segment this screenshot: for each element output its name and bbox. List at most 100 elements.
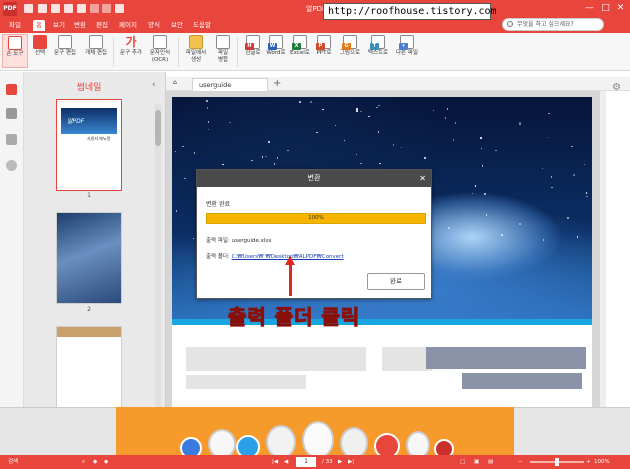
diamond-icon[interactable]: ◆ <box>93 455 97 469</box>
add-text-label: 문구 추가 <box>120 50 142 56</box>
left-icon-rail <box>0 72 24 407</box>
thumbnail-page-1[interactable]: 알PDF 사용자 매뉴얼 <box>56 99 122 191</box>
menu-help[interactable]: 도움말 <box>190 20 214 31</box>
convert-to-ppt-button[interactable]: P PPT로 <box>311 34 337 68</box>
diamond-icon[interactable]: ◆ <box>104 455 108 469</box>
menu-file[interactable]: 파일 <box>6 20 24 31</box>
app-logo-icon: PDF <box>3 2 17 16</box>
menu-security[interactable]: 보안 <box>168 20 186 31</box>
cover-star <box>432 109 435 112</box>
save-as-icon[interactable] <box>51 4 60 13</box>
edit-object-button[interactable]: 개체 편집 <box>83 34 109 68</box>
create-from-file-button[interactable]: 파일에서 생성 <box>183 34 209 68</box>
ad-banner[interactable] <box>116 407 514 455</box>
cover-star <box>368 115 370 118</box>
last-page-button[interactable]: ▶| <box>348 455 354 469</box>
convert-to-word-label: Word로 <box>266 50 286 56</box>
select-label: 선택 <box>34 50 46 56</box>
convert-to-excel-button[interactable]: X Excel로 <box>287 34 313 68</box>
cover-star <box>251 159 253 162</box>
help-search-placeholder: 무엇을 하고 싶으세요? <box>517 21 574 28</box>
next-page-button[interactable]: ▶ <box>338 455 342 469</box>
convert-to-ppt-label: PPT로 <box>316 50 332 56</box>
cover-star <box>360 110 362 113</box>
zoom-slider-knob[interactable] <box>555 458 559 466</box>
cover-star <box>474 185 477 187</box>
blurred-text-block <box>186 347 366 371</box>
redo-icon[interactable] <box>102 4 111 13</box>
print-icon[interactable] <box>64 4 73 13</box>
minimize-button[interactable]: — <box>584 3 595 14</box>
menu-home[interactable]: 홈 <box>33 20 45 31</box>
title-bar: PDF 알PDF — □ ✕ <box>0 0 630 18</box>
hand-tool-button[interactable]: 손 도구 <box>2 34 28 68</box>
convert-to-text-button[interactable]: T 텍스트로 <box>365 34 391 68</box>
maximize-button[interactable]: □ <box>600 3 611 14</box>
page-number-input[interactable]: 1 <box>296 457 316 467</box>
done-button[interactable]: 완료 <box>367 273 425 290</box>
edit-text-button[interactable]: 문구 편집 <box>52 34 78 68</box>
prev-page-button[interactable]: ◀ <box>284 455 288 469</box>
add-text-icon: 가 <box>125 35 137 49</box>
convert-to-other-button[interactable]: ▾ 다른 파일 <box>394 34 420 68</box>
ocr-button[interactable]: 문자인식 (OCR) <box>147 34 173 68</box>
add-tab-button[interactable]: + <box>273 78 281 90</box>
undo-icon[interactable] <box>90 4 99 13</box>
cover-star <box>192 237 195 240</box>
search-panel-icon[interactable] <box>6 160 17 171</box>
email-icon[interactable] <box>77 4 86 13</box>
thumbnail-page-3[interactable] <box>56 326 122 411</box>
menu-form[interactable]: 양식 <box>145 20 163 31</box>
convert-to-image-button[interactable]: G 그림으로 <box>337 34 363 68</box>
convert-to-text-label: 텍스트로 <box>367 50 389 56</box>
cover-star <box>546 136 549 139</box>
cover-star <box>542 239 545 241</box>
dialog-close-button[interactable]: ✕ <box>419 170 426 187</box>
cover-star <box>573 174 575 176</box>
bookmark-panel-icon[interactable] <box>6 108 17 119</box>
ad-mascot-icon <box>208 429 236 455</box>
word-tag: W <box>268 43 277 50</box>
menu-convert[interactable]: 변환 <box>71 20 89 31</box>
first-page-button[interactable]: |◀ <box>272 455 278 469</box>
cover-star <box>184 177 186 180</box>
menu-page[interactable]: 페이지 <box>116 20 140 31</box>
status-search-label[interactable]: 검색 <box>8 455 18 469</box>
zoom-search-icon[interactable]: ⌕ <box>82 455 85 469</box>
cover-star <box>446 108 449 110</box>
help-search-input[interactable]: 무엇을 하고 싶으세요? <box>502 18 604 31</box>
convert-to-excel-label: Excel로 <box>290 50 310 56</box>
convert-to-word-button[interactable]: W Word로 <box>263 34 289 68</box>
fit-page-icon[interactable]: ▣ <box>474 455 479 469</box>
zoom-in-button[interactable]: + <box>586 455 591 469</box>
gear-icon[interactable]: ⚙ <box>612 82 621 93</box>
add-text-button[interactable]: 가 문구 추가 <box>118 34 144 68</box>
thumbnails-panel-icon[interactable] <box>6 84 17 95</box>
document-scrollbar[interactable] <box>600 91 606 407</box>
edit-object-icon <box>89 35 103 49</box>
menu-view[interactable]: 보기 <box>50 20 68 31</box>
close-window-button[interactable]: ✕ <box>615 3 626 14</box>
document-tab[interactable]: userguide <box>192 78 268 91</box>
save-icon[interactable] <box>38 4 47 13</box>
cover-star <box>541 167 544 170</box>
thumbnail-scroll-knob[interactable] <box>155 110 161 146</box>
customize-toolbar-icon[interactable] <box>115 4 124 13</box>
cover-star <box>174 150 177 153</box>
output-file-label: 출력 파일: userguide.xlsx <box>206 238 272 244</box>
merge-files-button[interactable]: 파일 병합 <box>210 34 236 68</box>
single-page-view-icon[interactable]: ▢ <box>460 455 465 469</box>
zoom-out-button[interactable]: − <box>518 455 523 469</box>
comment-panel-icon[interactable] <box>6 134 17 145</box>
select-button[interactable]: 선택 <box>27 34 53 68</box>
menu-edit[interactable]: 편집 <box>93 20 111 31</box>
home-tab-icon[interactable]: ⌂ <box>173 79 183 89</box>
collapse-panel-icon[interactable]: ‹ <box>152 80 156 90</box>
thumbnail-scrollbar[interactable] <box>155 104 161 407</box>
thumbnail-page-3-header <box>57 327 121 337</box>
status-bar: 검색 ⌕ ◆ ◆ |◀ ◀ 1 / 33 ▶ ▶| ▢ ▣ ▤ − + 100% <box>0 455 630 469</box>
open-file-icon[interactable] <box>24 4 33 13</box>
fit-width-icon[interactable]: ▤ <box>488 455 493 469</box>
thumbnail-page-2[interactable] <box>56 212 122 304</box>
cover-star <box>376 106 378 109</box>
